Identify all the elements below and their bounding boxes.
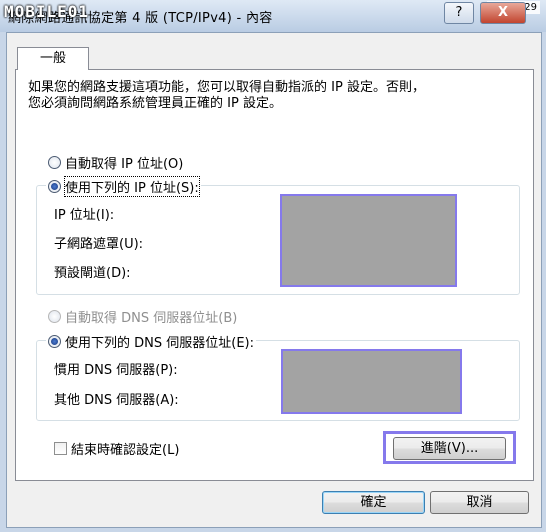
title-bar: 網際網路通訊協定第 4 版 (TCP/IPv4) - 內容 MOBILE01 #…	[0, 0, 546, 32]
alternate-dns-label: 其他 DNS 伺服器(A):	[54, 393, 179, 408]
subnet-mask-label: 子網路遮罩(U):	[54, 237, 144, 252]
cancel-button[interactable]: 取消	[430, 491, 529, 514]
checkbox-icon	[54, 442, 67, 455]
description-line-2: 您必須詢問網路系統管理員正確的 IP 設定。	[28, 96, 282, 111]
auto-dns-radio[interactable]: 自動取得 DNS 伺服器位址(B)	[48, 307, 237, 326]
radio-selected-icon	[48, 180, 61, 193]
manual-dns-radio[interactable]: 使用下列的 DNS 伺服器位址(E):	[46, 332, 256, 351]
auto-ip-label: 自動取得 IP 位址(O)	[65, 157, 184, 172]
ip-address-label: IP 位址(I):	[54, 208, 115, 223]
radio-selected-icon	[48, 335, 61, 348]
ok-button[interactable]: 確定	[322, 491, 425, 514]
description: 如果您的網路支援這項功能，您可以取得自動指派的 IP 設定。否則， 您必須詢問網…	[28, 80, 508, 112]
validate-settings-label: 結束時確認設定(L)	[71, 443, 180, 458]
auto-dns-label: 自動取得 DNS 伺服器位址(B)	[65, 311, 238, 326]
advanced-button[interactable]: 進階(V)...	[393, 437, 506, 460]
auto-ip-radio[interactable]: 自動取得 IP 位址(O)	[48, 153, 183, 172]
radio-icon	[48, 156, 61, 169]
ip-fields-redaction[interactable]	[280, 194, 457, 287]
tab-panel: 如果您的網路支援這項功能，您可以取得自動指派的 IP 設定。否則， 您必須詢問網…	[15, 69, 534, 481]
manual-dns-label: 使用下列的 DNS 伺服器位址(E):	[65, 336, 254, 351]
preferred-dns-label: 慣用 DNS 伺服器(P):	[54, 363, 178, 378]
validate-settings-checkbox[interactable]: 結束時確認設定(L)	[54, 439, 179, 458]
dialog-body: 一般 如果您的網路支援這項功能，您可以取得自動指派的 IP 設定。否則， 您必須…	[6, 32, 542, 528]
manual-ip-radio[interactable]: 使用下列的 IP 位址(S):	[46, 176, 201, 197]
watermark-logo: MOBILE01	[4, 2, 90, 21]
description-line-1: 如果您的網路支援這項功能，您可以取得自動指派的 IP 設定。否則，	[28, 80, 425, 95]
close-button[interactable]: X	[480, 2, 526, 24]
help-button[interactable]: ?	[444, 2, 474, 24]
dns-fields-redaction[interactable]	[281, 349, 462, 414]
tab-general[interactable]: 一般	[17, 47, 89, 70]
manual-ip-label: 使用下列的 IP 位址(S):	[64, 176, 200, 197]
default-gateway-label: 預設閘道(D):	[54, 266, 131, 281]
radio-icon	[48, 310, 61, 323]
